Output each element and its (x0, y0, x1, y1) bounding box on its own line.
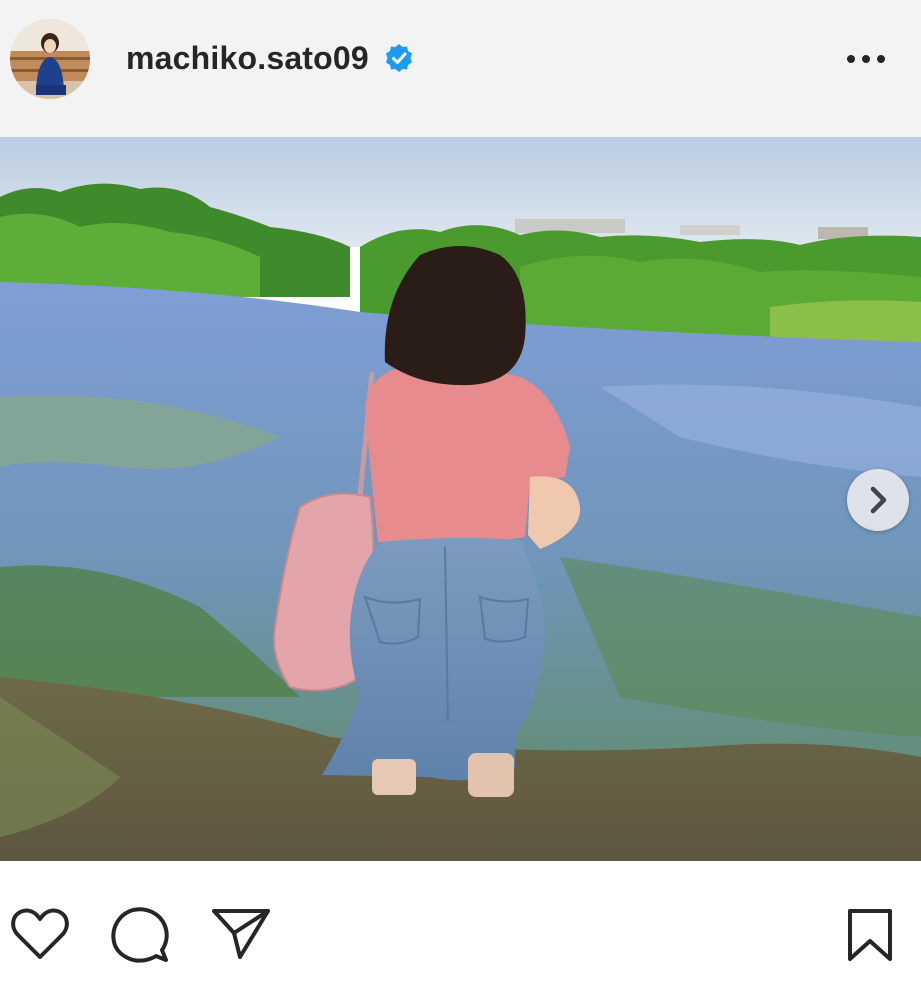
comment-icon[interactable] (110, 906, 170, 964)
heart-icon[interactable] (10, 907, 70, 961)
post-actions-bar (0, 861, 921, 993)
avatar-image (10, 19, 90, 99)
verified-badge-icon (386, 44, 412, 72)
chevron-right-icon (870, 486, 887, 514)
bookmark-icon[interactable] (845, 907, 895, 963)
more-options-icon[interactable] (838, 44, 894, 74)
photo-image (0, 137, 921, 861)
avatar[interactable] (10, 19, 90, 99)
carousel-next-button[interactable] (847, 469, 909, 531)
post-header: machiko.sato09 (0, 0, 921, 137)
send-icon[interactable] (210, 907, 272, 959)
username[interactable]: machiko.sato09 (126, 40, 369, 77)
post-photo[interactable] (0, 137, 921, 861)
